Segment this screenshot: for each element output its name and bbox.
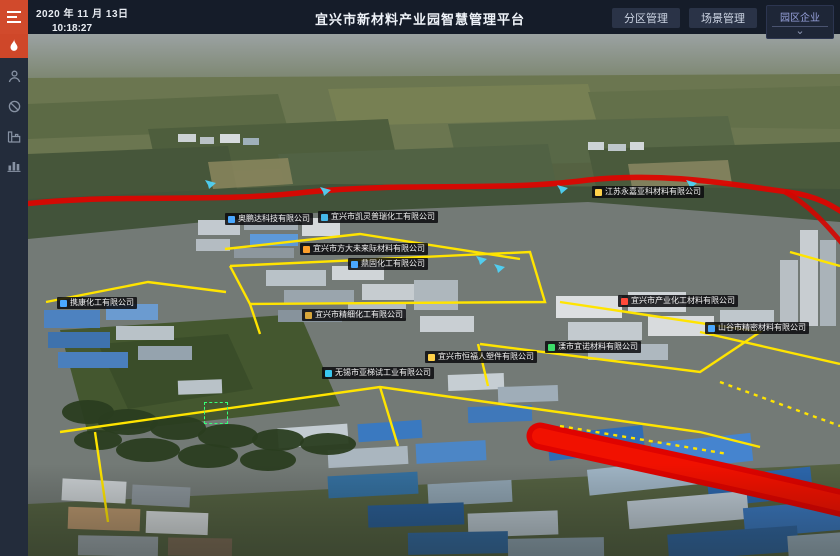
sidebar-item-power[interactable] xyxy=(0,94,28,118)
company-marker[interactable]: 宜兴市精细化工有限公司 xyxy=(302,309,406,321)
app-window: 2020 年 11 月 13日 10:18:27 宜兴市新材料产业园智慧管理平台… xyxy=(0,0,840,556)
company-marker-label: 奥鹏达科技有限公司 xyxy=(238,215,310,223)
sidebar-item-factory[interactable] xyxy=(0,124,28,148)
sidebar-item-fire[interactable] xyxy=(0,34,28,58)
company-marker-label: 宜兴市产业化工材料有限公司 xyxy=(631,297,735,305)
company-marker-icon xyxy=(325,370,332,377)
company-marker-label: 携康化工有限公司 xyxy=(70,299,134,307)
factory-icon xyxy=(7,130,21,143)
company-marker-icon xyxy=(60,300,67,307)
flame-icon xyxy=(8,39,20,53)
company-marker-icon xyxy=(708,325,715,332)
company-marker[interactable]: 无锡市亚梯试工业有限公司 xyxy=(322,367,434,379)
topbar-actions: 分区管理 场景管理 园区企业 ⌄ xyxy=(612,5,834,39)
company-marker-icon xyxy=(351,261,358,268)
company-marker[interactable]: 宜兴市产业化工材料有限公司 xyxy=(618,295,738,307)
company-marker-icon xyxy=(321,214,328,221)
zone-manage-button[interactable]: 分区管理 xyxy=(612,8,680,28)
map-3d-view[interactable]: 奥鹏达科技有限公司 宜兴市凯灵普瑞化工有限公司 宜兴市方大未来际材料有限公司 鼎… xyxy=(28,34,840,556)
company-marker-icon xyxy=(621,298,628,305)
company-marker[interactable]: 奥鹏达科技有限公司 xyxy=(225,213,313,225)
company-marker[interactable]: 携康化工有限公司 xyxy=(57,297,137,309)
chevron-down-icon: ⌄ xyxy=(795,27,804,38)
company-marker-label: 宜兴市方大未来际材料有限公司 xyxy=(313,245,425,253)
company-marker-icon xyxy=(595,189,602,196)
company-marker-icon xyxy=(228,216,235,223)
company-marker[interactable]: 山谷市精密材料有限公司 xyxy=(705,322,809,334)
company-marker[interactable]: 鼎固化工有限公司 xyxy=(348,258,428,270)
sidebar xyxy=(0,34,28,556)
company-marker-label: 宜兴市恒福人塑件有限公司 xyxy=(438,353,534,361)
sidebar-item-stats[interactable] xyxy=(0,154,28,178)
company-marker[interactable]: 江苏永嘉亚科材料有限公司 xyxy=(592,186,704,198)
user-icon xyxy=(8,70,21,83)
company-marker[interactable]: 宜兴市方大未来际材料有限公司 xyxy=(300,243,428,255)
company-marker-label: 无锡市亚梯试工业有限公司 xyxy=(335,369,431,377)
power-icon xyxy=(8,100,21,113)
enterprise-dropdown[interactable]: 园区企业 ⌄ xyxy=(766,5,834,39)
company-marker-label: 江苏永嘉亚科材料有限公司 xyxy=(605,188,701,196)
topbar: 2020 年 11 月 13日 10:18:27 宜兴市新材料产业园智慧管理平台… xyxy=(0,0,840,34)
company-marker-label: 溧市宜诺材料有限公司 xyxy=(558,343,638,351)
company-marker[interactable]: 溧市宜诺材料有限公司 xyxy=(545,341,641,353)
company-marker-icon xyxy=(548,344,555,351)
company-marker[interactable]: 宜兴市恒福人塑件有限公司 xyxy=(425,351,537,363)
company-marker-icon xyxy=(428,354,435,361)
company-marker-label: 宜兴市精细化工有限公司 xyxy=(315,311,403,319)
scene-manage-button[interactable]: 场景管理 xyxy=(689,8,757,28)
company-marker[interactable]: 宜兴市凯灵普瑞化工有限公司 xyxy=(318,211,438,223)
company-marker-icon xyxy=(303,246,310,253)
company-marker-icon xyxy=(305,312,312,319)
selection-box xyxy=(204,402,228,424)
company-marker-label: 鼎固化工有限公司 xyxy=(361,260,425,268)
bar-chart-icon xyxy=(7,160,21,172)
company-marker-label: 山谷市精密材料有限公司 xyxy=(718,324,806,332)
sidebar-item-user[interactable] xyxy=(0,64,28,88)
company-marker-label: 宜兴市凯灵普瑞化工有限公司 xyxy=(331,213,435,221)
